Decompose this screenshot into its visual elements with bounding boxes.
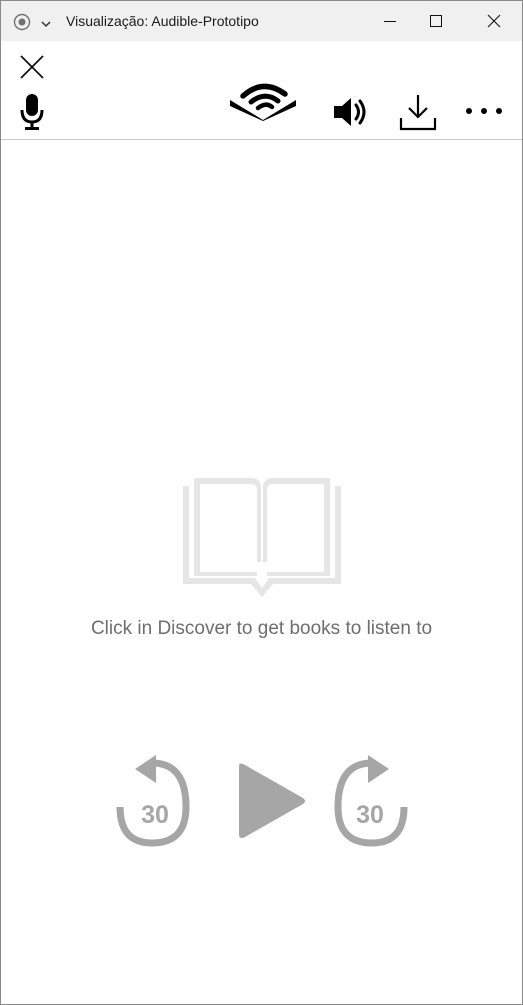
maximize-icon: [430, 15, 442, 27]
rewind-seconds-label: 30: [141, 801, 169, 829]
close-button[interactable]: [16, 51, 48, 83]
book-placeholder-icon: [183, 476, 341, 603]
close-icon: [20, 55, 44, 79]
download-icon: [399, 95, 437, 131]
rewind-icon: 30: [116, 755, 190, 847]
play-icon: [239, 763, 305, 838]
window-title: Visualização: Audible-Prototipo: [66, 13, 259, 29]
download-button[interactable]: [397, 91, 439, 133]
audible-logo: [225, 79, 301, 123]
more-options-button[interactable]: [463, 99, 505, 123]
library-content: Click in Discover to get books to listen…: [1, 140, 522, 1004]
minimize-icon: [384, 21, 396, 22]
close-window-button[interactable]: [471, 1, 517, 41]
app-toolbar: [1, 41, 522, 140]
minimize-button[interactable]: [367, 1, 413, 41]
close-window-icon: [487, 14, 501, 28]
app-window: Visualização: Audible-Prototipo Click in…: [0, 0, 523, 1005]
app-record-icon[interactable]: [13, 13, 31, 36]
microphone-icon: [20, 94, 44, 130]
speaker-icon: [334, 98, 366, 126]
play-button[interactable]: [233, 758, 309, 844]
more-icon: [466, 108, 502, 114]
rewind-30-button[interactable]: 30: [113, 754, 195, 850]
microphone-button[interactable]: [16, 91, 48, 133]
volume-button[interactable]: [329, 93, 373, 131]
title-bar: Visualização: Audible-Prototipo: [1, 1, 522, 41]
empty-library-message: Click in Discover to get books to listen…: [90, 618, 433, 639]
audible-logo-icon: [230, 83, 296, 121]
forward-30-button[interactable]: 30: [329, 754, 411, 850]
maximize-button[interactable]: [413, 1, 459, 41]
chevron-down-icon[interactable]: [40, 16, 52, 34]
forward-icon: 30: [334, 755, 408, 847]
forward-seconds-label: 30: [356, 801, 384, 829]
